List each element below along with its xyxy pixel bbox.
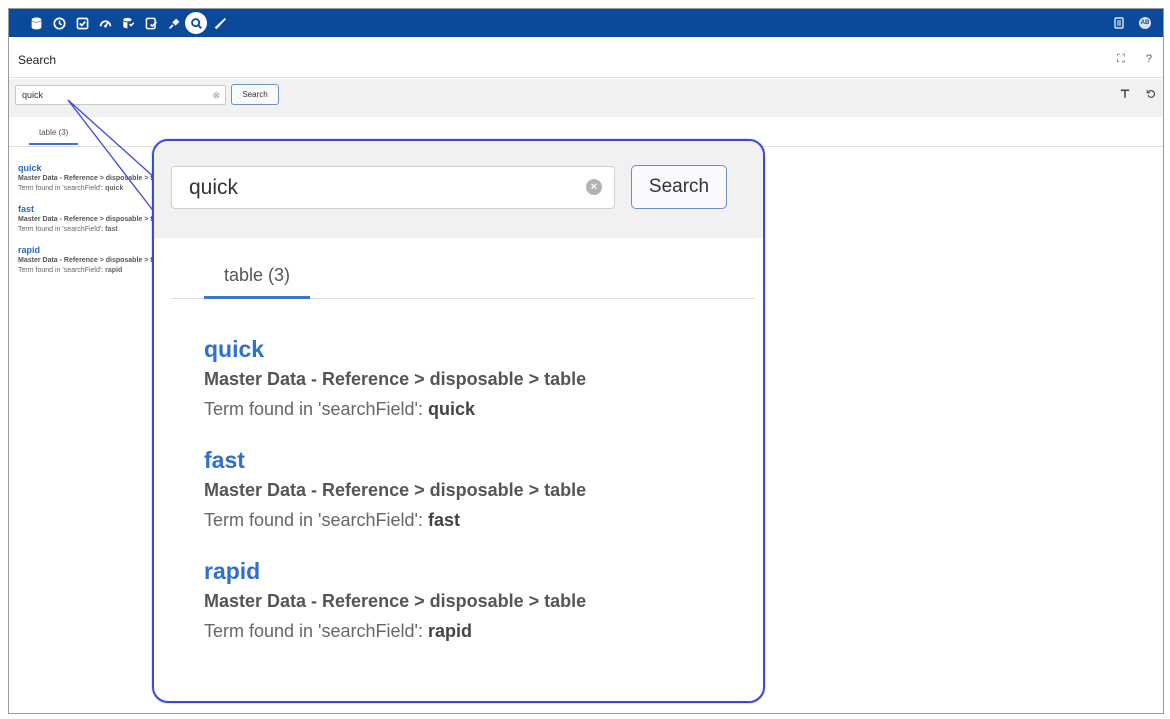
search-icon[interactable] (185, 12, 207, 34)
found-prefix: Term found in 'searchField': (18, 185, 104, 192)
search-input-wrapper: ⊗ (15, 85, 226, 105)
zoom-results-panel: table (3) quick Master Data - Reference … (171, 238, 755, 701)
found-value: fast (428, 510, 461, 530)
result-found-text: Term found in 'searchField': fast (204, 506, 586, 534)
reset-icon[interactable] (1146, 89, 1156, 102)
result-term-link[interactable]: quick (18, 163, 167, 174)
found-value: quick (105, 185, 124, 192)
result-path: Master Data - Reference > disposable > t… (18, 216, 167, 223)
found-value: rapid (105, 267, 123, 274)
dashboard-icon[interactable] (95, 13, 115, 33)
zoom-results-list: quick Master Data - Reference > disposab… (204, 335, 586, 668)
result-found-text: Term found in 'searchField': rapid (18, 266, 167, 276)
help-icon[interactable]: ? (1146, 53, 1152, 65)
found-value: quick (428, 399, 476, 419)
zoom-search-input-wrapper: × (171, 166, 615, 209)
zoom-callout: × Search table (3) quick Master Data - R… (152, 139, 765, 703)
avatar-initials: AB (1139, 17, 1151, 29)
database-icon[interactable] (26, 13, 46, 33)
tasks-icon[interactable] (141, 13, 161, 33)
search-input[interactable] (16, 86, 206, 104)
search-button[interactable]: Search (231, 84, 279, 105)
search-bar: ⊗ Search (9, 79, 1163, 117)
result-path: Master Data - Reference > disposable > t… (18, 175, 167, 182)
data-stack-icon[interactable] (118, 13, 138, 33)
zoom-search-bar: × Search (154, 141, 763, 238)
result-term-link[interactable]: rapid (18, 245, 167, 256)
tab-table[interactable]: table (3) (204, 264, 311, 299)
result-term-link[interactable]: quick (204, 335, 586, 363)
clear-icon[interactable]: × (586, 179, 602, 195)
result-term-link[interactable]: rapid (204, 557, 586, 585)
result-path: Master Data - Reference > disposable > t… (18, 257, 167, 264)
filter-icon[interactable] (1120, 89, 1130, 102)
page-title: Search (18, 53, 57, 67)
notebook-icon[interactable] (1110, 14, 1128, 32)
fullscreen-icon[interactable]: ⛶ (1117, 53, 1125, 66)
plug-icon[interactable] (164, 13, 184, 33)
result-found-text: Term found in 'searchField': quick (204, 395, 586, 423)
list-item: rapid Master Data - Reference > disposab… (204, 557, 586, 668)
found-value: fast (105, 226, 118, 233)
list-item: quick Master Data - Reference > disposab… (204, 335, 586, 446)
title-bar: Search ⛶ ? (9, 37, 1163, 78)
clock-icon[interactable] (49, 13, 69, 33)
found-prefix: Term found in 'searchField': (204, 399, 423, 419)
list-item: quick Master Data - Reference > disposab… (18, 163, 167, 194)
result-found-text: Term found in 'searchField': quick (18, 184, 167, 194)
top-nav-bar: AB (9, 9, 1163, 37)
tab-table[interactable]: table (3) (29, 128, 79, 145)
zoom-results-tabs: table (3) (171, 238, 755, 299)
zoom-search-input[interactable] (172, 167, 572, 208)
zoom-search-button[interactable]: Search (631, 165, 727, 209)
found-value: rapid (428, 621, 473, 641)
avatar[interactable]: AB (1136, 14, 1154, 32)
list-item: rapid Master Data - Reference > disposab… (18, 245, 167, 276)
result-path: Master Data - Reference > disposable > t… (204, 591, 587, 611)
clear-icon[interactable]: ⊗ (212, 90, 220, 101)
checklist-icon[interactable] (72, 13, 92, 33)
found-prefix: Term found in 'searchField': (18, 267, 104, 274)
results-list: quick Master Data - Reference > disposab… (18, 163, 167, 286)
result-found-text: Term found in 'searchField': fast (18, 225, 167, 235)
found-prefix: Term found in 'searchField': (204, 621, 423, 641)
list-item: fast Master Data - Reference > disposabl… (204, 446, 586, 557)
list-item: fast Master Data - Reference > disposabl… (18, 204, 167, 235)
result-path: Master Data - Reference > disposable > t… (204, 369, 587, 389)
result-found-text: Term found in 'searchField': rapid (204, 617, 586, 645)
found-prefix: Term found in 'searchField': (204, 510, 423, 530)
result-term-link[interactable]: fast (18, 204, 167, 215)
wrench-icon[interactable] (210, 13, 230, 33)
result-term-link[interactable]: fast (204, 446, 586, 474)
found-prefix: Term found in 'searchField': (18, 226, 104, 233)
result-path: Master Data - Reference > disposable > t… (204, 480, 587, 500)
